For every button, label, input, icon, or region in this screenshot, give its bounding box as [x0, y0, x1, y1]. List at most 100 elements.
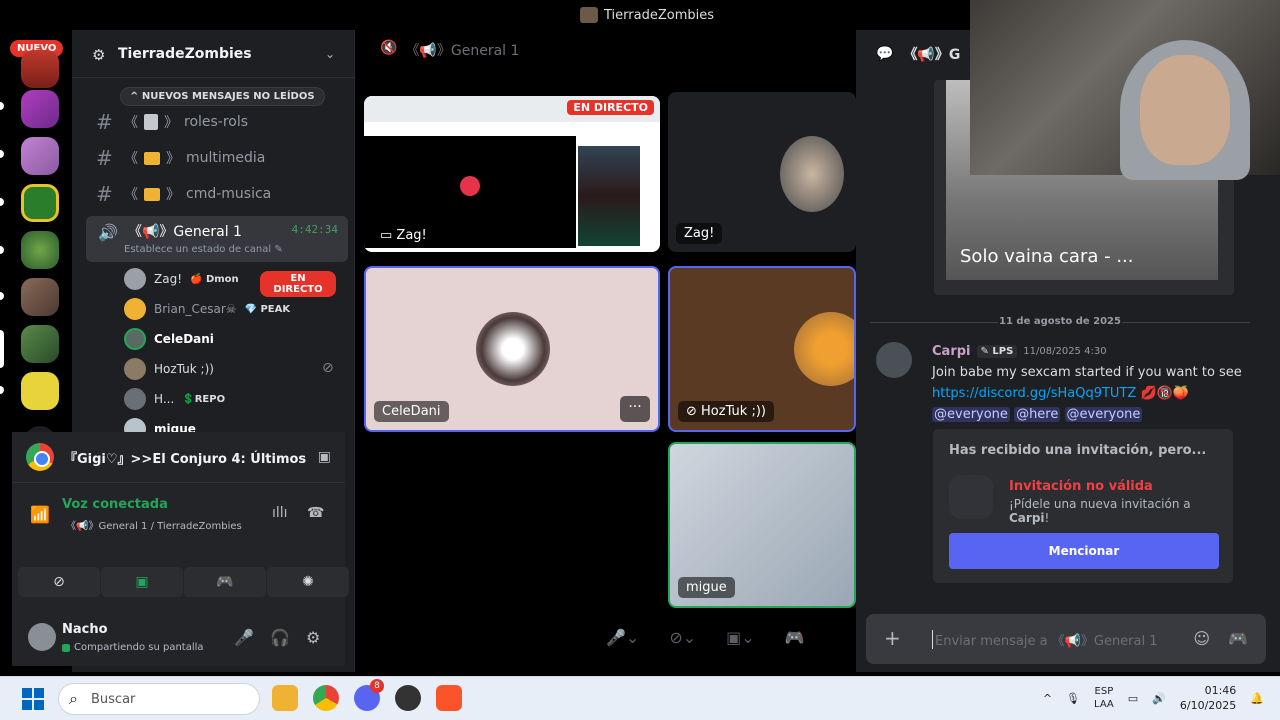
tile-label: ⊘ HozTuk ;)) — [678, 401, 774, 422]
chrome-icon[interactable] — [313, 685, 339, 711]
tile-label: Zag! — [676, 223, 723, 244]
volume-icon[interactable]: 🔊 — [1152, 692, 1166, 705]
channel-name: roles-rols — [184, 114, 249, 130]
share-screen-button[interactable]: ▣ — [101, 567, 183, 597]
message-body: Join babe my sexcam started if you want … — [932, 365, 1242, 422]
system-tray: ^ 🎙 ESP LAA ▭ 🔊 01:46 6/10/2025 🔔 — [1043, 683, 1264, 713]
windows-start-icon[interactable] — [22, 688, 44, 710]
taskbar-search[interactable]: ⌕ Buscar — [58, 683, 260, 715]
voice-member[interactable]: H... 💲REPO — [124, 386, 225, 412]
camera-off-button[interactable]: ⊘ — [18, 567, 100, 597]
invite-card: Has recibido una invitación, pero... Inv… — [932, 428, 1234, 584]
emoji-icon[interactable]: ☺ — [1193, 629, 1210, 648]
voice-member[interactable]: Zag! 🍎 Dmon — [124, 266, 239, 292]
message-input[interactable]: Enviar mensaje a 《📢》General 1 — [932, 630, 1158, 649]
mention-here[interactable]: @here — [1014, 407, 1061, 422]
folder-icon — [144, 187, 160, 201]
muted-mic-icon: ⊘ — [686, 404, 702, 419]
server-icon-5[interactable] — [21, 231, 59, 269]
close-stream-icon[interactable]: ▣ — [318, 449, 331, 465]
activity-card[interactable]: 『Gigi♡』>>El Conjuro 4: Últimos ... ▣ — [12, 432, 345, 482]
guild-tag: ✎ LPS — [976, 345, 1018, 358]
channel-cmd-musica[interactable]: # 《 》 cmd-musica — [96, 179, 271, 209]
activity-title: 『Gigi♡』>>El Conjuro 4: Últimos ... — [64, 451, 308, 467]
server-icon-7[interactable] — [21, 325, 59, 363]
live-badge: EN DIRECTO — [567, 100, 654, 115]
stage-header: 🔇 《📢》General 1 — [380, 40, 520, 59]
stage-controls: 🎤⌄ ⊘⌄ ▣⌄ 🎮 — [606, 628, 805, 647]
file-explorer-icon[interactable] — [272, 685, 298, 711]
camera-off-icon[interactable]: ⊘⌄ — [669, 628, 696, 647]
gamepad-icon: 🎮 — [216, 574, 234, 590]
voice-location[interactable]: 《📢》General 1 / TierradeZombies — [66, 517, 242, 532]
gamepad-icon[interactable]: 🎮 — [1228, 629, 1248, 648]
channel-multimedia[interactable]: # 《 》 multimedia — [96, 143, 265, 173]
message-link[interactable]: https://discord.gg/sHaQq9TUTZ — [932, 386, 1136, 401]
clock[interactable]: 01:46 6/10/2025 — [1180, 683, 1236, 713]
avatar[interactable] — [876, 342, 912, 378]
discord-badge: 8 — [370, 679, 384, 693]
folder-icon — [144, 151, 160, 165]
chat-bubble-icon: 💬 — [876, 46, 894, 62]
headphones-icon[interactable]: 🎧 — [270, 628, 290, 647]
more-options-icon[interactable]: ··· — [620, 396, 650, 422]
soundboard-button[interactable]: ✺ — [267, 567, 349, 597]
mention-everyone[interactable]: @everyone — [932, 407, 1010, 422]
screen-share-icon[interactable]: ▣⌄ — [726, 628, 755, 647]
server-icon-3[interactable] — [21, 137, 59, 175]
play-icon[interactable] — [460, 176, 480, 196]
obs-icon[interactable] — [395, 685, 421, 711]
message-author[interactable]: Carpi — [932, 344, 971, 359]
embed-caption: Solo vaina cara - ... — [960, 246, 1134, 267]
voice-channel-general-1[interactable]: 🔊 《📢》General 1 4:42:34 Establece un esta… — [86, 216, 348, 262]
brave-icon[interactable] — [436, 685, 462, 711]
noise-suppression-icon[interactable]: ıllı — [272, 505, 288, 521]
avatar — [780, 136, 844, 212]
unread-messages-pill[interactable]: ^ NUEVOS MENSAJES NO LEÍDOS — [120, 87, 325, 106]
speaker-icon: 🔊 — [98, 223, 118, 242]
message-author-row: Carpi ✎ LPS 11/08/2025 4:30 — [932, 344, 1107, 359]
voice-member[interactable]: Brian_Cesar☠ 💎 PEAK — [124, 296, 290, 322]
activities-button[interactable]: 🎮 — [184, 567, 266, 597]
voice-status[interactable]: Voz conectada — [62, 497, 168, 512]
disconnect-icon[interactable]: ☎ — [307, 505, 324, 521]
stream-tile-zag[interactable]: EN DIRECTO ▭ Zag! — [364, 96, 660, 252]
windows-taskbar: ⌕ Buscar 8 ^ 🎙 ESP LAA ▭ 🔊 01:46 6/10/2025… — [0, 676, 1280, 720]
video-tile-hoztuk[interactable]: ⊘ HozTuk ;)) — [668, 266, 856, 432]
settings-gear-icon[interactable]: ⚙ — [306, 628, 320, 647]
plus-icon[interactable]: + — [884, 626, 901, 650]
screen: TierradeZombies NUEVO + ⚙ TierradeZombie… — [0, 0, 1280, 720]
notification-bell-icon[interactable]: 🔔 — [1250, 692, 1264, 705]
language-indicator[interactable]: ESP LAA — [1094, 685, 1114, 711]
microphone-icon[interactable]: 🎙 — [1066, 692, 1080, 705]
microphone-icon[interactable]: 🎤⌄ — [606, 628, 639, 647]
microphone-icon[interactable]: 🎤 — [234, 628, 254, 647]
server-icon-1[interactable] — [21, 50, 59, 88]
channel-roles-rols[interactable]: # 《 》 roles-rols — [96, 107, 248, 137]
voice-member[interactable]: HozTuk ;)) — [124, 356, 214, 382]
discord-icon[interactable]: 8 — [354, 679, 384, 711]
video-tile-zag[interactable]: Zag! — [668, 92, 856, 252]
video-tile-celedani[interactable]: CeleDani ··· — [364, 266, 660, 432]
user-name[interactable]: Nacho — [62, 622, 108, 637]
network-icon[interactable]: ▭ — [1128, 692, 1138, 705]
server-icon-6[interactable] — [21, 278, 59, 316]
pencil-icon: ✎ — [274, 244, 283, 255]
voice-member[interactable]: CeleDani — [124, 326, 214, 352]
message-emoji: 💋🔞🍑 — [1140, 386, 1189, 401]
server-header[interactable]: ⚙ TierradeZombies ⌄ — [72, 30, 355, 78]
gamepad-icon[interactable]: 🎮 — [785, 628, 805, 647]
mention-button[interactable]: Mencionar — [949, 533, 1219, 569]
chevron-up-icon[interactable]: ^ — [1043, 692, 1052, 705]
server-icon-2[interactable] — [21, 90, 59, 128]
video-tile-migue[interactable]: migue — [668, 442, 856, 608]
server-icon-4[interactable] — [21, 184, 59, 222]
avatar — [476, 312, 550, 386]
channel-name: cmd-musica — [186, 186, 272, 202]
server-icon-8[interactable] — [21, 372, 59, 410]
avatar[interactable] — [28, 623, 56, 651]
channel-status-prompt[interactable]: Establece un estado de canal ✎ — [124, 244, 283, 255]
tile-label: ▭ Zag! — [372, 225, 435, 246]
user-panel: Nacho Compartiendo su pantalla 🎤 🎧 ⚙ — [12, 610, 345, 666]
mention-everyone[interactable]: @everyone — [1064, 407, 1143, 422]
